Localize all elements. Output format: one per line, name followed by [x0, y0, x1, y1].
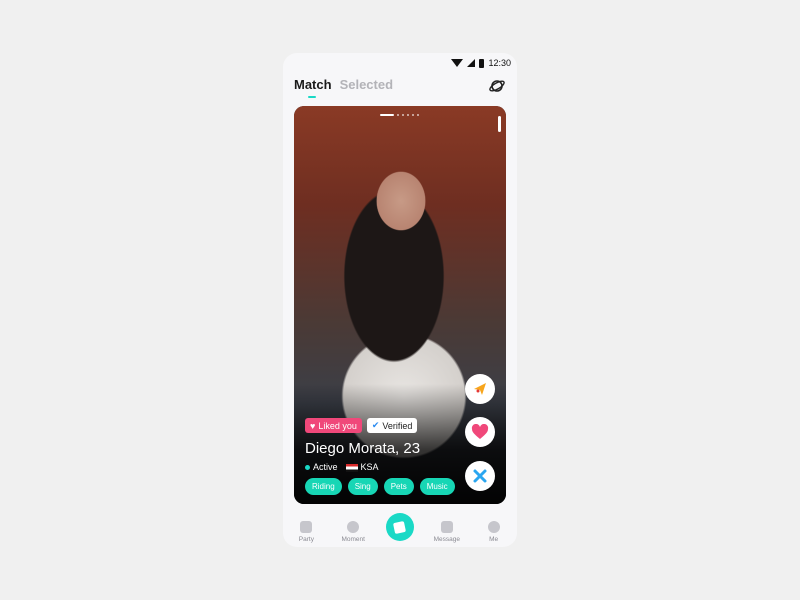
badges: ♥ Liked you ✔ Verified: [305, 418, 418, 433]
country: KSA: [345, 462, 379, 472]
scroll-indicator[interactable]: [498, 116, 501, 132]
interest-tags: Riding Sing Pets Music: [305, 478, 455, 495]
active-label: Active: [313, 462, 338, 472]
profile-icon: [487, 521, 500, 533]
tag-music[interactable]: Music: [419, 478, 455, 495]
dislike-button[interactable]: [465, 461, 495, 491]
pager-dot: [407, 114, 409, 116]
heart-icon: ♥: [310, 420, 316, 431]
pager-dot: [417, 114, 419, 116]
tab-match[interactable]: Match: [294, 77, 332, 98]
tag-sing[interactable]: Sing: [347, 478, 378, 495]
boost-icon: [474, 383, 486, 395]
nav-party[interactable]: Party: [286, 521, 326, 543]
nav-label: Me: [489, 536, 499, 543]
nav-moment[interactable]: Moment: [333, 521, 373, 543]
verified-icon: ✔: [371, 420, 380, 430]
match-icon: [385, 513, 414, 541]
flag-icon: [345, 463, 358, 472]
phone-screen: 12:30 Match Selected ♥ Liked you ✔ Verifie…: [283, 53, 517, 547]
liked-you-badge: ♥ Liked you: [305, 418, 362, 433]
active-status: Active: [305, 462, 338, 472]
active-dot-icon: [305, 465, 310, 470]
party-icon: [300, 521, 313, 533]
pager-dot: [397, 114, 399, 116]
pager-dot: [412, 114, 414, 116]
nav-label: Moment: [341, 536, 365, 543]
like-button[interactable]: [465, 417, 495, 447]
status-time: 12:30: [488, 58, 511, 68]
pager-dot: [380, 114, 394, 116]
planet-icon[interactable]: [489, 78, 505, 94]
status-bar: 12:30: [451, 57, 511, 69]
message-icon: [440, 521, 453, 533]
country-label: KSA: [360, 462, 379, 472]
tab-selected[interactable]: Selected: [340, 77, 393, 92]
boost-button[interactable]: [465, 374, 495, 404]
profile-card[interactable]: ♥ Liked you ✔ Verified Diego Morata, 23 Ac…: [294, 106, 506, 504]
bottom-nav: Party Moment Message Me: [283, 509, 517, 547]
tag-pets[interactable]: Pets: [383, 478, 414, 495]
photo-pager: [380, 114, 419, 116]
heart-icon: [471, 424, 489, 439]
tag-riding[interactable]: Riding: [305, 478, 342, 495]
profile-meta: Active KSA: [305, 462, 379, 472]
verified-badge: ✔ Verified: [366, 418, 418, 433]
signal-icon: [467, 59, 476, 67]
compass-icon: [347, 521, 360, 533]
nav-label: Party: [298, 536, 314, 543]
wifi-icon: [451, 59, 464, 67]
liked-label: Liked you: [318, 420, 357, 431]
nav-label: Message: [433, 536, 460, 543]
header-tabs: Match Selected: [294, 77, 393, 98]
nav-match[interactable]: [380, 513, 420, 543]
nav-me[interactable]: Me: [474, 521, 514, 543]
nav-message[interactable]: Message: [427, 521, 467, 543]
profile-name: Diego Morata, 23: [305, 440, 421, 457]
battery-icon: [479, 58, 485, 68]
close-icon: [473, 469, 487, 483]
verified-label: Verified: [382, 420, 413, 431]
pager-dot: [402, 114, 404, 116]
